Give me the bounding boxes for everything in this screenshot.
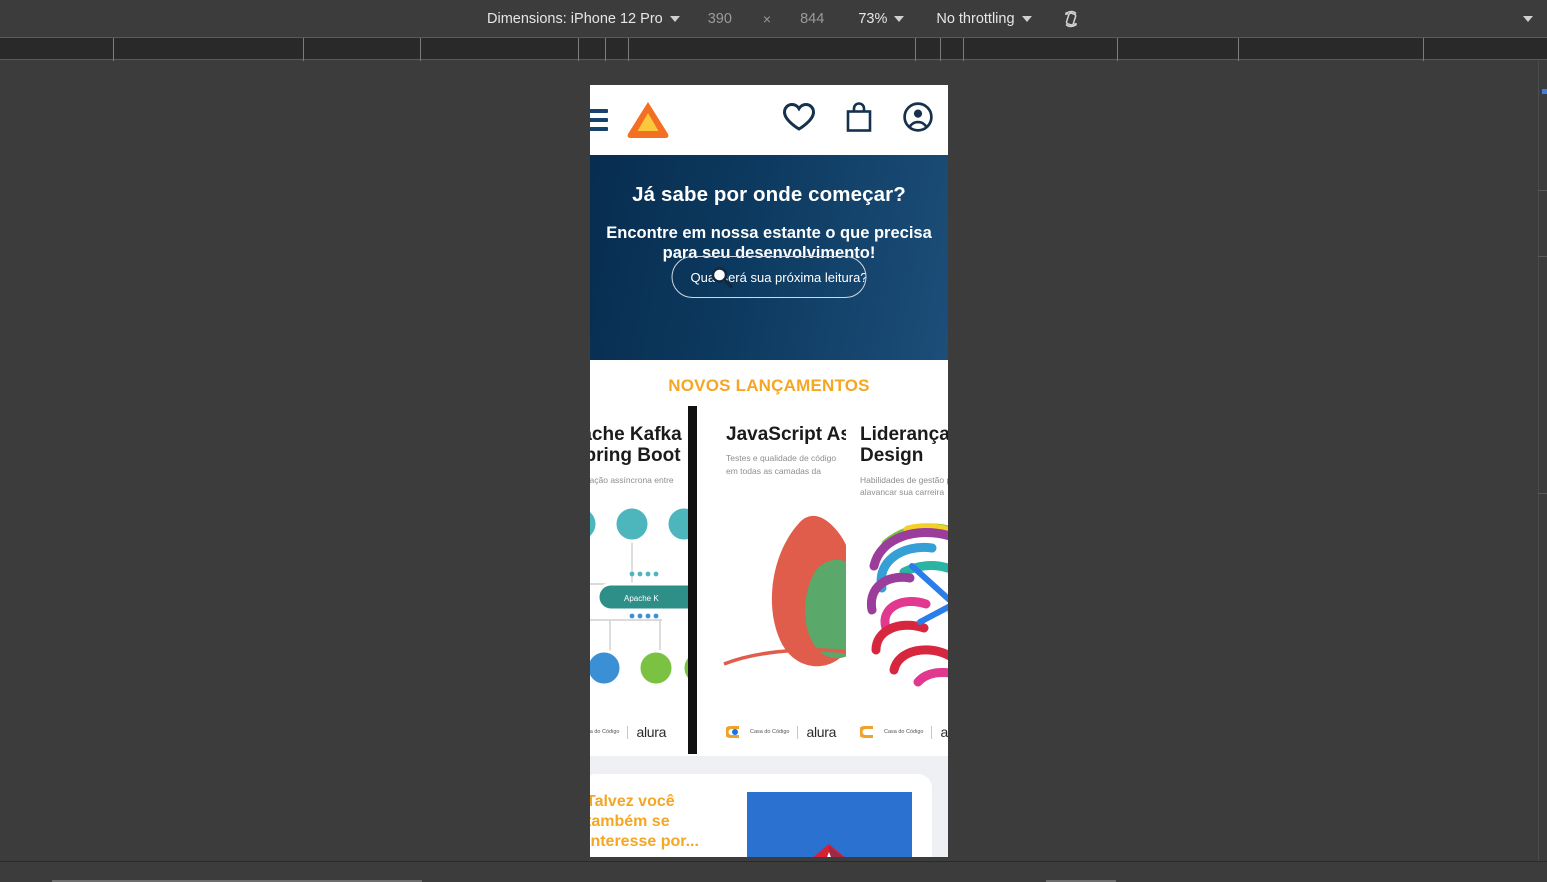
rail-segment [1538,61,1547,191]
ruler-tick [113,38,114,61]
viewport-ruler-horizontal [0,37,1547,61]
device-viewport: Já sabe por onde começar? Encontre em no… [590,85,948,857]
ruler-tick [303,38,304,61]
ruler-tick [940,38,941,61]
hero-title: Já sabe por onde começar? [632,183,906,206]
book-title: Apache Kafka [590,424,682,445]
book-subtitle: Habilidades de gestão para [860,474,948,485]
publisher-name: Casa do Código [884,728,924,735]
book-card[interactable]: JavaScript Assíncrono Testes e qualidade… [712,406,867,754]
ruler-tick [628,38,629,61]
ruler-tick [420,38,421,61]
chevron-down-icon [894,15,905,22]
promo-thumbnail[interactable] [747,792,912,857]
book-subtitle: Comunicação assíncrona entre [590,474,674,485]
rotate-device-icon [1064,10,1077,27]
search-magnifier-icon [711,267,733,289]
book-title-line2: e Spring Boot [590,445,681,467]
book-card[interactable]: Apache Kafka e Spring Boot Comunicação a… [590,406,697,754]
ruler-tick [578,38,579,61]
chevron-down-icon [1021,15,1032,22]
zoom-selector[interactable]: 73% [855,0,907,37]
book-publisher-footer: Casa do Código alura [724,724,837,740]
section-title-releases: NOVOS LANÇAMENTOS [668,376,870,395]
ruler-tick [915,38,916,61]
header-icon-group [782,101,934,133]
alura-logo[interactable] [626,99,670,146]
footer-divider [797,725,799,739]
hero-search-box[interactable] [671,256,867,298]
ruler-tick [1423,38,1424,61]
chevron-down-icon [669,15,680,22]
site-header [590,85,948,155]
casa-do-codigo-icon [858,724,876,740]
devtools-device-toolbar: Dimensions: iPhone 12 Pro 390 × 844 73% … [0,0,1547,37]
device-preset-selector[interactable]: Dimensions: iPhone 12 Pro [484,0,683,37]
shopping-bag-icon[interactable] [844,101,874,133]
book-title-line2: Design [860,445,924,467]
partner-name: alura [806,724,837,740]
casa-do-codigo-icon [724,724,742,740]
viewport-width-input[interactable]: 390 [705,0,735,37]
device-stage: Já sabe por onde começar? Encontre em no… [0,61,1547,861]
rotate-device-button[interactable] [1053,0,1089,37]
hamburger-menu-icon[interactable] [590,109,608,136]
svg-text:Apache K: Apache K [624,594,659,603]
book-card[interactable]: Liderança em Design Habilidades de gestã… [846,406,948,754]
ruler-tick [1117,38,1118,61]
book-cover-art: Apache K [590,492,688,710]
new-releases-section: NOVOS LANÇAMENTOS Apache Kafka e Spring … [590,360,948,756]
suggestions-title: Talvez você também se interesse por... [590,793,699,850]
book-cover-art [712,492,858,710]
toolbar-overflow-button[interactable] [1516,0,1533,37]
viewport-height-value: 844 [800,10,825,27]
viewport-height-input[interactable]: 844 [797,0,827,37]
search-input[interactable] [672,269,866,285]
rail-segment [1538,493,1547,494]
book-title: Liderança em [860,424,948,445]
zoom-value: 73% [858,10,888,27]
ruler-tick [963,38,964,61]
book-carousel[interactable]: Apache Kafka e Spring Boot Comunicação a… [590,406,948,756]
hero-banner: Já sabe por onde começar? Encontre em no… [590,155,948,360]
footer-divider [627,725,629,739]
chevron-down-icon [1523,15,1533,22]
device-preset-label: Dimensions: iPhone 12 Pro [487,10,663,27]
book-subtitle: Testes e qualidade de código [726,453,837,464]
bottom-status-bar [0,861,1547,882]
dimension-separator: × [762,10,772,27]
heart-icon[interactable] [782,102,816,132]
alura-logo-icon [627,102,669,138]
throttling-selector[interactable]: No throttling [933,0,1034,37]
viewport-scrollbar-vertical[interactable] [1538,61,1547,861]
ruler-tick [605,38,606,61]
user-account-icon[interactable] [902,101,934,133]
viewport-width-value: 390 [707,10,732,27]
scroll-position-marker [1542,89,1547,94]
footer-divider [931,725,933,739]
book-spine [688,406,697,754]
publisher-name: Casa do Código [590,728,620,735]
book-publisher-footer: Casa do Código alura [858,724,948,740]
rail-segment [1538,256,1547,257]
publisher-name: Casa do Código [750,728,790,735]
partner-name: alura [940,724,948,740]
book-cover-art [846,492,948,710]
partner-name: alura [636,724,667,740]
ruler-tick [1238,38,1239,61]
throttling-value: No throttling [936,10,1015,27]
book-title: JavaScript Assíncrono [726,424,867,445]
book-publisher-footer: Casa do Código alura [590,724,666,740]
book-subtitle-line2: em todas as camadas da [726,465,821,476]
suggestions-section: Talvez você também se interesse por... [590,756,948,857]
suggestions-card[interactable]: Talvez você também se interesse por... [590,774,932,857]
